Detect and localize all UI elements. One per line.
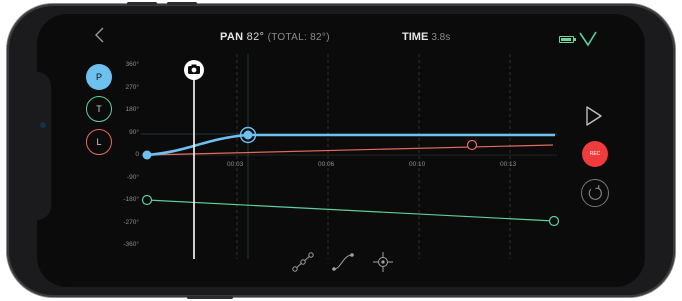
tilt-keyframe-start[interactable]: [141, 194, 153, 206]
crosshair-icon[interactable]: [371, 251, 395, 273]
x-tick-label: 00:06: [318, 161, 335, 168]
power-button: [187, 296, 233, 299]
lens-curve: [146, 144, 554, 156]
pan-keyframe-selected-dot: [243, 130, 253, 140]
tilt-keyframe-end[interactable]: [548, 215, 560, 227]
pan-keyframe-start[interactable]: [142, 150, 152, 160]
keyframe-graph[interactable]: [37, 14, 645, 287]
tilt-curve: [146, 199, 555, 222]
lens-keyframe[interactable]: [466, 139, 478, 151]
volume-down-button: [167, 2, 197, 5]
x-tick-label: 00:03: [227, 161, 244, 168]
volume-up-button: [127, 2, 157, 5]
grid-lines: [236, 54, 511, 259]
pan-curve: [146, 133, 555, 157]
phone-frame: PAN 82° (TOTAL: 82°) TIME 3.8s P T L 360…: [7, 2, 675, 299]
ease-curve-icon[interactable]: [331, 251, 355, 273]
linear-curve-icon[interactable]: [291, 251, 315, 273]
loop-button[interactable]: [581, 179, 609, 207]
app-screen: PAN 82° (TOTAL: 82°) TIME 3.8s P T L 360…: [37, 14, 645, 287]
record-button[interactable]: REC: [582, 141, 608, 167]
x-tick-label: 00:13: [500, 161, 517, 168]
camera-icon[interactable]: [184, 60, 204, 80]
loop-icon: [588, 185, 602, 200]
play-icon[interactable]: [582, 105, 604, 127]
record-label: REC: [589, 151, 601, 157]
x-tick-label: 00:10: [409, 161, 426, 168]
